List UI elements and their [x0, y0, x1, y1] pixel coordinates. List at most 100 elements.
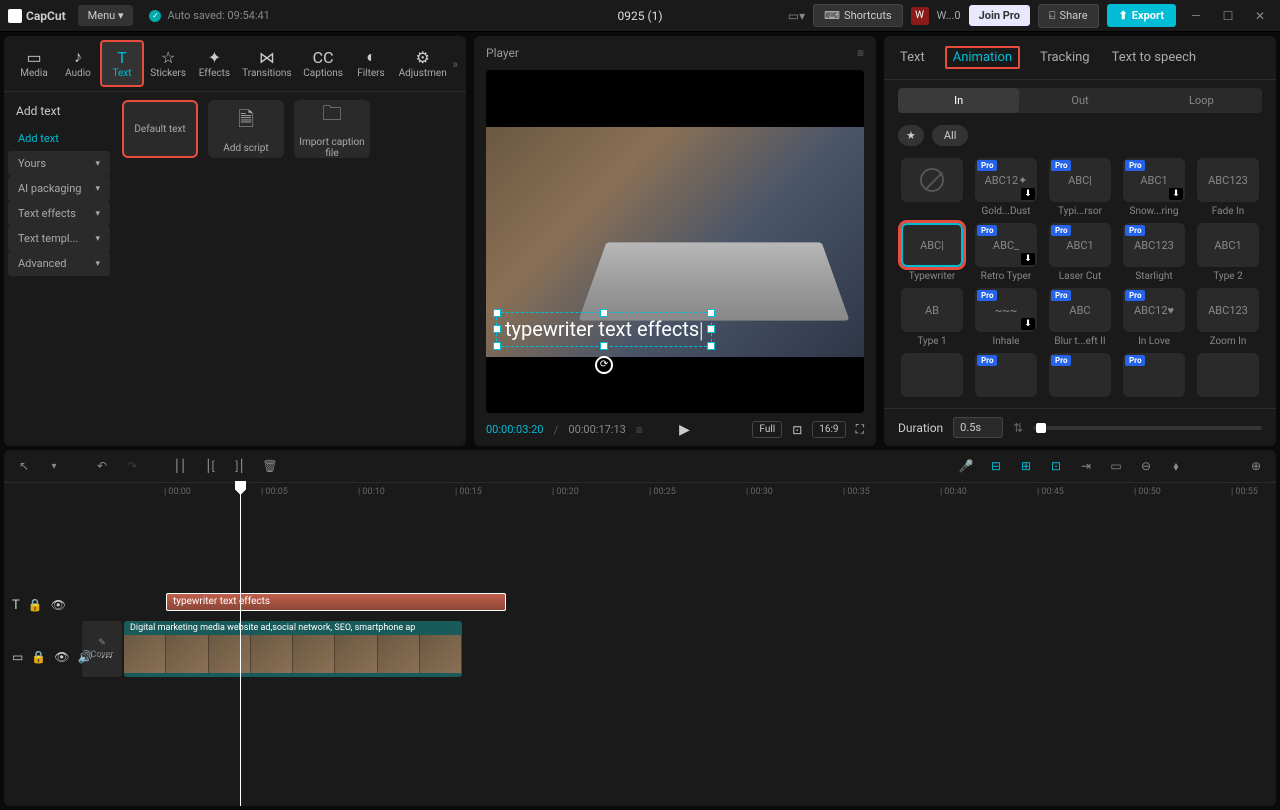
anim-thumb[interactable]: ABC1Pro — [1049, 223, 1111, 267]
download-icon[interactable]: ⬇ — [1021, 253, 1035, 265]
export-button[interactable]: ⬆ Export — [1107, 4, 1176, 27]
inspector-tab-text-to-speech[interactable]: Text to speech — [1110, 46, 1198, 69]
anim-thumb[interactable]: ABC12♥Pro — [1123, 288, 1185, 332]
undo-button[interactable]: ↶ — [92, 456, 112, 476]
tab-stickers[interactable]: ☆Stickers — [144, 42, 192, 85]
trim-left-tool[interactable]: ⎮[ — [200, 456, 220, 476]
lock-icon[interactable]: 🔒 — [28, 598, 43, 612]
zoom-out-icon[interactable]: ⊖ — [1136, 456, 1156, 476]
shortcuts-button[interactable]: ⌨ Shortcuts — [813, 4, 902, 27]
sidebar-item-text-effects[interactable]: Text effects▾ — [8, 201, 110, 226]
sidebar-item-advanced[interactable]: Advanced▾ — [8, 251, 110, 276]
tab-text[interactable]: TText — [100, 40, 144, 87]
link-icon[interactable]: ⊡ — [1046, 456, 1066, 476]
redo-button[interactable]: ↷ — [122, 456, 142, 476]
sub-tab-out[interactable]: Out — [1019, 88, 1140, 113]
more-icon[interactable]: ⋯ — [100, 650, 112, 664]
magnet-icon[interactable]: ⊞ — [1016, 456, 1036, 476]
visibility-icon[interactable]: 👁 — [51, 598, 66, 612]
add-script-card[interactable]: 🗎 Add script — [208, 100, 284, 158]
import-caption-card[interactable]: 🗀 Import caption file — [294, 100, 370, 158]
anim-thumb[interactable] — [901, 353, 963, 397]
timeline-ruler[interactable]: | 00:00| 00:05| 00:10| 00:15| 00:20| 00:… — [124, 483, 1276, 507]
anim-thumb[interactable]: ~~~Pro⬇ — [975, 288, 1037, 332]
playhead[interactable] — [240, 483, 241, 806]
aspect-icon[interactable]: ▭▾ — [788, 9, 805, 23]
download-icon[interactable]: ⬇ — [1169, 188, 1183, 200]
pointer-tool[interactable]: ↖ — [14, 456, 34, 476]
anim-thumb[interactable]: Pro — [975, 353, 1037, 397]
split-tool[interactable]: ⎮⎮ — [170, 456, 190, 476]
more-tabs-icon[interactable]: » — [452, 57, 458, 71]
crop-icon[interactable]: ⊡ — [792, 423, 802, 437]
marker-icon[interactable]: ⬧ — [1166, 456, 1186, 476]
sidebar-item-text-templ-[interactable]: Text templ...▾ — [8, 226, 110, 251]
sub-tab-in[interactable]: In — [898, 88, 1019, 113]
anim-thumb[interactable]: Pro — [1123, 353, 1185, 397]
fullscreen-icon[interactable]: ⛶ — [856, 422, 864, 437]
join-pro-button[interactable]: Join Pro — [969, 5, 1030, 26]
sub-tab-loop[interactable]: Loop — [1141, 88, 1262, 113]
mic-icon[interactable]: 🎤 — [956, 456, 976, 476]
all-filter[interactable]: All — [932, 125, 969, 146]
rotate-icon[interactable]: ⟳ — [595, 356, 613, 374]
player-menu-icon[interactable]: ≡ — [857, 46, 864, 60]
menu-button[interactable]: Menu ▾ — [78, 5, 134, 26]
lock-icon[interactable]: 🔒 — [31, 650, 46, 664]
anim-thumb[interactable] — [901, 158, 963, 202]
inspector-tab-text[interactable]: Text — [898, 46, 927, 69]
user-avatar[interactable]: W — [911, 7, 929, 25]
mute-icon[interactable]: 🔊 — [78, 650, 93, 664]
share-button[interactable]: ⍇ Share — [1038, 4, 1099, 28]
minimize-icon[interactable]: — — [1184, 4, 1208, 28]
duration-input[interactable] — [953, 417, 1003, 438]
anim-thumb[interactable]: ABC_Pro⬇ — [975, 223, 1037, 267]
tab-audio[interactable]: ♪Audio — [56, 42, 100, 85]
download-icon[interactable]: ⬇ — [1021, 188, 1035, 200]
ratio-button[interactable]: 16:9 — [812, 421, 845, 438]
align-icon[interactable]: ⇥ — [1076, 456, 1096, 476]
anim-thumb[interactable]: ABC123Pro — [1123, 223, 1185, 267]
inspector-tab-tracking[interactable]: Tracking — [1038, 46, 1092, 69]
sidebar-item-ai-packaging[interactable]: AI packaging▾ — [8, 176, 110, 201]
project-title[interactable]: 0925 (1) — [618, 9, 663, 23]
video-clip[interactable]: Digital marketing media website ad,socia… — [124, 621, 462, 677]
chevron-down-icon[interactable]: ▾ — [44, 456, 64, 476]
tab-captions[interactable]: CCCaptions — [297, 42, 349, 85]
trim-right-tool[interactable]: ]⎮ — [230, 456, 250, 476]
preview-icon[interactable]: ▭ — [1106, 456, 1126, 476]
visibility-icon[interactable]: 👁 — [54, 650, 69, 664]
duration-stepper[interactable]: ⇅ — [1013, 421, 1023, 435]
sidebar-item-add-text[interactable]: Add text — [8, 126, 110, 151]
anim-thumb[interactable]: ABCPro — [1049, 288, 1111, 332]
snap-icon[interactable]: ⊟ — [986, 456, 1006, 476]
play-button[interactable]: ▶ — [679, 422, 690, 438]
player-viewport[interactable]: typewriter text effects| ⟳ — [486, 70, 864, 413]
sidebar-item-yours[interactable]: Yours▾ — [8, 151, 110, 176]
delete-tool[interactable]: 🗑 — [260, 456, 280, 476]
tab-filters[interactable]: ◐Filters — [349, 42, 393, 85]
download-icon[interactable]: ⬇ — [1021, 318, 1035, 330]
zoom-fit-icon[interactable]: ⊕ — [1246, 456, 1266, 476]
anim-thumb[interactable]: ABC123 — [1197, 158, 1259, 202]
anim-thumb[interactable]: Pro — [1049, 353, 1111, 397]
anim-thumb[interactable]: ABC1 — [1197, 223, 1259, 267]
tab-adjustmen[interactable]: ⚙Adjustmen — [393, 42, 452, 85]
full-button[interactable]: Full — [752, 421, 782, 438]
tab-effects[interactable]: ✦Effects — [192, 42, 236, 85]
list-icon[interactable]: ≡ — [636, 423, 643, 437]
anim-thumb[interactable]: AB — [901, 288, 963, 332]
inspector-tab-animation[interactable]: Animation — [945, 46, 1020, 69]
default-text-card[interactable]: Default text — [122, 100, 198, 158]
anim-thumb[interactable]: ABC|Pro — [1049, 158, 1111, 202]
anim-thumb[interactable]: ABC1Pro⬇ — [1123, 158, 1185, 202]
tab-transitions[interactable]: ⋈Transitions — [237, 42, 298, 85]
text-clip[interactable]: typewriter text effects — [166, 593, 506, 611]
maximize-icon[interactable]: ☐ — [1216, 4, 1240, 28]
anim-thumb[interactable] — [1197, 353, 1259, 397]
close-icon[interactable]: ✕ — [1248, 4, 1272, 28]
duration-slider[interactable] — [1033, 426, 1262, 430]
anim-thumb[interactable]: ABC| — [901, 223, 963, 267]
anim-thumb[interactable]: ABC123 — [1197, 288, 1259, 332]
tab-media[interactable]: ▭Media — [12, 42, 56, 85]
